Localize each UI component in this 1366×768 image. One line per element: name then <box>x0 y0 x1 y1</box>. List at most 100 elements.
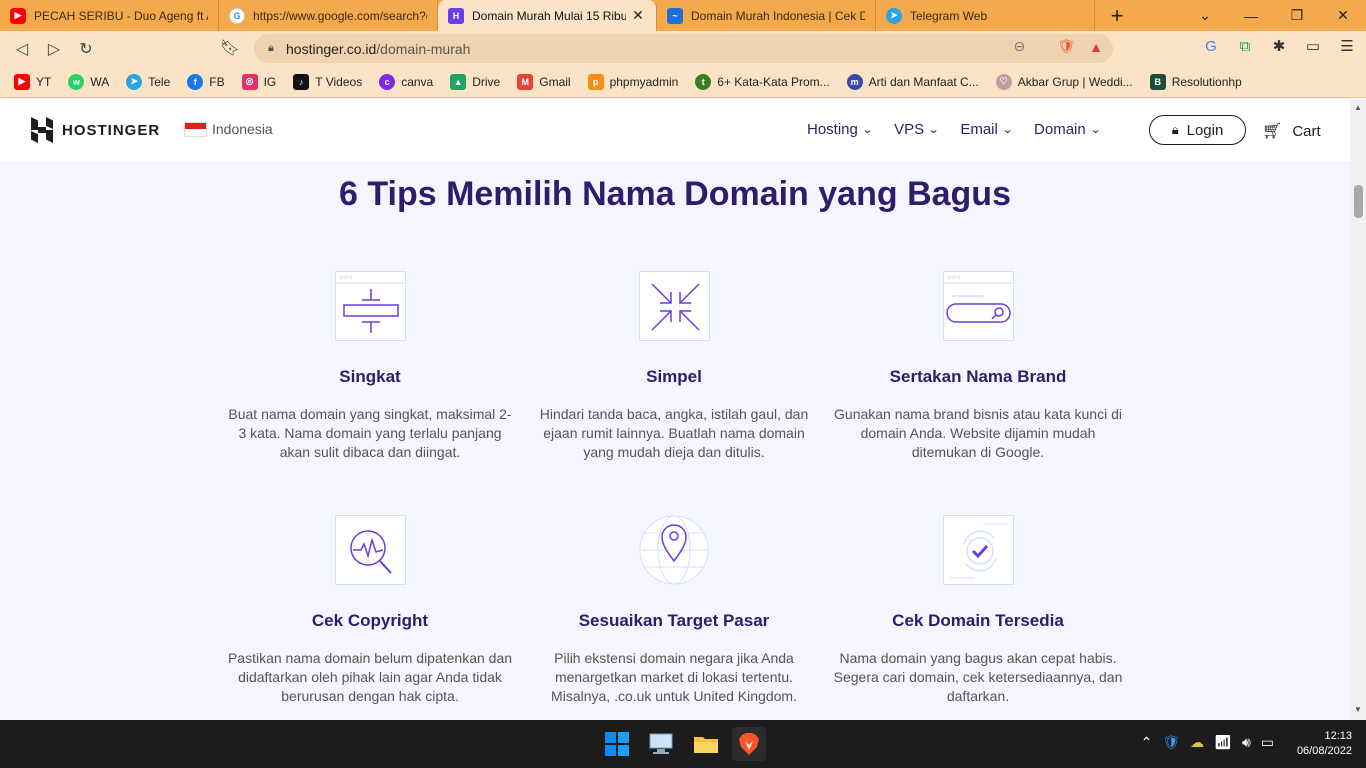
brave-shields-icon[interactable]: 🛡︎ <box>1057 38 1075 55</box>
page-scrollbar[interactable]: ▲ ▼ <box>1350 99 1366 720</box>
menu-vps[interactable]: VPS ⌄ <box>894 121 940 138</box>
omnibox-actions: ⊖ 🛡︎ ▲ <box>1014 38 1103 55</box>
tip-description: Pastikan nama domain belum dipatenkan da… <box>227 650 513 704</box>
site-header: HOSTINGER Indonesia Hosting ⌄ VPS ⌄ Email ⌄… <box>0 99 1350 161</box>
cart-button[interactable]: 🛒︎ Cart <box>1262 121 1321 141</box>
bookmark-resolutionhp[interactable]: B Resolutionhp <box>1149 73 1242 90</box>
system-clock[interactable]: 12:13 06/08/2022 <box>1297 729 1352 759</box>
menu-label: VPS <box>894 121 925 138</box>
chevron-down-icon: ⌄ <box>1089 124 1102 136</box>
back-button[interactable]: ◁ <box>6 33 38 65</box>
bookmark-icon[interactable]: 🔖︎ <box>214 32 246 64</box>
restore-button[interactable]: ❐ <box>1274 0 1320 31</box>
bookmark-gmail[interactable]: M Gmail <box>517 73 571 90</box>
magnifier-pulse-icon <box>334 515 406 585</box>
tip-description: Gunakan nama brand bisnis atau kata kunc… <box>834 406 1122 460</box>
bookmark-tvideos[interactable]: ♪ T Videos <box>293 73 362 90</box>
minimize-button[interactable]: — <box>1228 0 1274 31</box>
menu-label: Hosting <box>807 121 858 138</box>
bookmark-akbar-grup[interactable]: ♡ Akbar Grup | Weddi... <box>995 73 1133 90</box>
bookmark-kata-kata[interactable]: t 6+ Kata-Kata Prom... <box>695 73 830 90</box>
facebook-icon: f <box>187 73 204 90</box>
bookmark-fb[interactable]: f FB <box>187 73 225 90</box>
instagram-icon: ◎ <box>241 73 258 90</box>
taskbar-app-brave[interactable] <box>732 727 766 761</box>
scroll-up-arrow-icon[interactable]: ▲ <box>1354 103 1362 112</box>
tip-title: Singkat <box>339 367 401 386</box>
bookmark-ig[interactable]: ◎ IG <box>241 73 276 90</box>
hostinger-logo[interactable]: HOSTINGER <box>31 117 160 143</box>
bookmark-tele[interactable]: ➤ Tele <box>126 73 170 90</box>
phpmyadmin-icon: p <box>587 73 604 90</box>
tab-google-search[interactable]: G https://www.google.com/search?c <box>219 0 438 31</box>
tab-search-icon[interactable]: ⌄ <box>1182 0 1228 31</box>
bookmark-wa[interactable]: w WA <box>68 73 109 90</box>
search-bar-icon: ○○○ <box>942 271 1015 341</box>
youtube-icon: ▶ <box>14 73 30 90</box>
brave-rewards-icon[interactable]: ▲ <box>1089 39 1103 55</box>
bookmark-phpmyadmin[interactable]: p phpmyadmin <box>587 73 678 90</box>
window-controls: ⌄ — ❐ ✕ <box>1182 0 1366 31</box>
close-tab-icon[interactable]: ✕ <box>630 7 646 24</box>
clock-date: 06/08/2022 <box>1296 745 1352 757</box>
hostinger-icon: H <box>448 7 464 24</box>
bookmark-canva[interactable]: c canva <box>379 73 433 90</box>
tip-description: Buat nama domain yang singkat, maksimal … <box>228 406 512 460</box>
menu-email[interactable]: Email ⌄ <box>960 121 1013 138</box>
check-cycle-icon <box>942 515 1014 585</box>
bookmark-label: Arti dan Manfaat C... <box>868 74 979 89</box>
tip-card: Cek Domain Tersedia Nama domain yang bag… <box>833 515 1123 706</box>
taskbar-app-computer[interactable] <box>644 727 678 761</box>
whatsapp-icon: w <box>68 73 85 90</box>
login-label: Login <box>1186 121 1224 139</box>
bookmark-drive[interactable]: ▲ Drive <box>450 73 500 90</box>
tip-description: Nama domain yang bagus akan cepat habis.… <box>833 650 1123 704</box>
tab-telegram[interactable]: ➤ Telegram Web <box>876 0 1095 31</box>
address-bar[interactable]: 🔒︎ hostinger.co.id/domain-murah ⊖ 🛡︎ ▲ <box>254 34 1113 63</box>
zoom-icon[interactable]: ⊖ <box>1014 38 1026 55</box>
screenshot-icon[interactable]: ⧉ <box>1234 35 1256 57</box>
reload-button[interactable]: ↻ <box>70 33 102 65</box>
weather-icon[interactable]: ☁︎ <box>1190 734 1204 751</box>
wallet-icon[interactable]: ▭ <box>1302 35 1324 57</box>
menu-label: Email <box>960 121 998 138</box>
bookmark-arti-manfaat[interactable]: m Arti dan Manfaat C... <box>846 73 979 90</box>
tab-title: Telegram Web <box>910 8 988 23</box>
scroll-down-arrow-icon[interactable]: ▼ <box>1354 705 1362 714</box>
new-tab-button[interactable]: + <box>1095 0 1139 31</box>
login-button[interactable]: 🔒︎ Login <box>1149 115 1246 145</box>
scroll-thumb[interactable] <box>1354 185 1363 218</box>
tip-description: Hindari tanda baca, angka, istilah gaul,… <box>539 406 809 460</box>
menu-domain[interactable]: Domain ⌄ <box>1034 121 1102 138</box>
heart-icon: ♡ <box>995 73 1012 90</box>
volume-icon[interactable]: 🔊︎ <box>1242 734 1251 751</box>
taskbar-app-file-explorer[interactable] <box>689 727 723 761</box>
tab-youtube[interactable]: ▶ PECAH SERIBU - Duo Ageng ft Ag <box>0 0 219 31</box>
country-selector[interactable]: Indonesia <box>184 121 273 137</box>
google-drive-icon: ▲ <box>450 73 467 90</box>
forward-button[interactable]: ▷ <box>38 33 70 65</box>
extensions-area: G ⧉ ✱ ▭ ☰ <box>1200 35 1358 57</box>
compress-align-icon: ○○○ <box>334 271 407 341</box>
tab-title: PECAH SERIBU - Duo Ageng ft Ag <box>34 8 208 23</box>
menu-icon[interactable]: ☰ <box>1336 35 1358 57</box>
tab-hostinger[interactable]: H Domain Murah Mulai 15 Ribua ✕ <box>438 0 657 31</box>
windows-logo-icon <box>605 732 629 756</box>
tip-description: Pilih ekstensi domain negara jika Anda m… <box>551 650 797 704</box>
gmail-icon: M <box>517 73 534 90</box>
battery-icon[interactable]: ▭ <box>1261 734 1274 751</box>
security-icon[interactable]: 🛡︎ <box>1162 734 1180 751</box>
close-window-button[interactable]: ✕ <box>1320 0 1366 31</box>
bookmark-yt[interactable]: ▶ YT <box>14 73 51 90</box>
youtube-icon: ▶ <box>10 7 26 24</box>
translate-icon[interactable]: G <box>1200 35 1222 57</box>
wifi-icon[interactable]: 📶︎ <box>1214 734 1232 751</box>
menu-hosting[interactable]: Hosting ⌄ <box>807 121 873 138</box>
tab-niagahoster[interactable]: ~ Domain Murah Indonesia | Cek Do <box>657 0 876 31</box>
start-button[interactable] <box>600 727 634 761</box>
brand-name: HOSTINGER <box>62 121 161 139</box>
chevron-up-icon[interactable]: ⌃ <box>1141 734 1153 751</box>
tip-card: Cek Copyright Pastikan nama domain belum… <box>225 515 515 706</box>
google-icon: G <box>229 7 245 24</box>
extensions-icon[interactable]: ✱ <box>1268 35 1290 57</box>
